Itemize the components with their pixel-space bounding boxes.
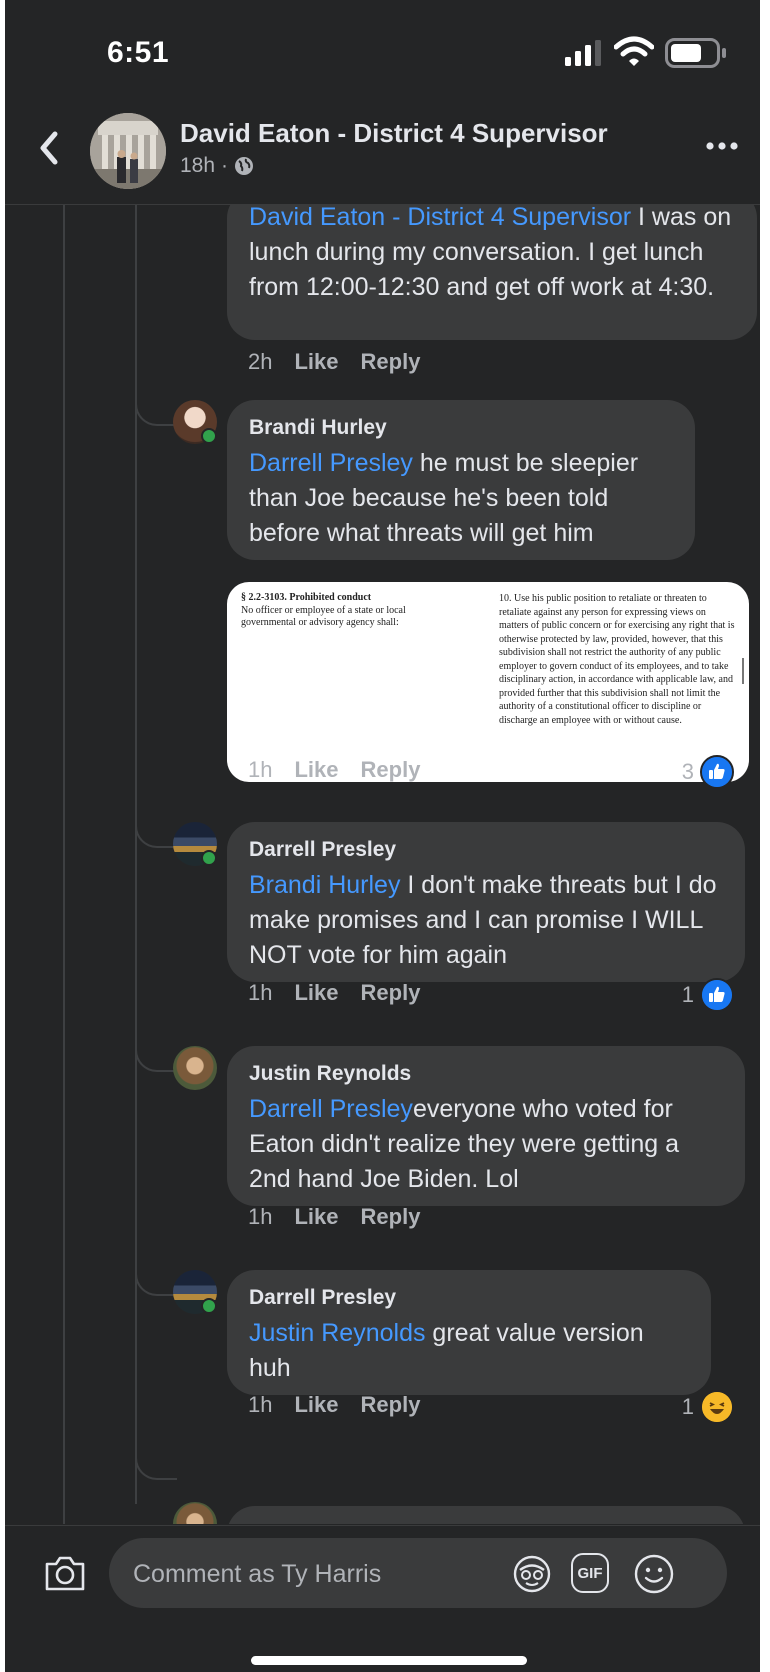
reaction-count: 1 (681, 982, 694, 1007)
emoji-icon[interactable] (633, 1553, 675, 1595)
comment-bubble: Justin Reynolds Darrell Presleyeveryone … (227, 1046, 745, 1206)
mention-link[interactable]: Darrell Presley (249, 1095, 413, 1123)
comment-thread: David Eaton - District 4 Supervisor I wa… (5, 204, 760, 1524)
comment-author[interactable]: Darrell Presley (249, 1286, 689, 1310)
reaction-summary[interactable]: 1 (682, 1390, 734, 1424)
comment-text: Justin Reynolds great value version huh (249, 1316, 689, 1386)
comment-input-box[interactable]: GIF (109, 1538, 727, 1610)
comment-author[interactable]: Brandi Hurley (249, 416, 673, 440)
comment-author[interactable]: Justin Reynolds (249, 1062, 723, 1086)
comment-composer: GIF (5, 1525, 760, 1672)
thread-line-outer (63, 204, 65, 1524)
globe-icon (235, 157, 254, 175)
reaction-summary[interactable]: 1 (682, 978, 734, 1012)
reply-button[interactable]: Reply (361, 1204, 421, 1230)
like-icon (700, 978, 734, 1012)
status-time: 6:51 (107, 36, 170, 69)
reply-button[interactable]: Reply (361, 980, 421, 1006)
comment-text: Brandi Hurley I don't make threats but I… (249, 868, 723, 973)
mention-link[interactable]: Brandi Hurley (249, 871, 400, 899)
like-button[interactable]: Like (294, 757, 338, 783)
comment-text: Darrell Presleyeveryone who voted for Ea… (249, 1092, 723, 1197)
attachment-right-text: 10. Use his public position to retaliate… (499, 593, 735, 726)
comment-author[interactable]: Darrell Presley (249, 838, 723, 862)
like-button[interactable]: Like (294, 349, 338, 375)
status-bar: 6:51 (5, 0, 760, 100)
like-button[interactable]: Like (294, 1392, 338, 1418)
wifi-icon (614, 36, 654, 66)
page-avatar-image (90, 113, 166, 189)
reaction-count: 3 (681, 759, 694, 784)
comment-image-attachment[interactable]: § 2.2-3103. Prohibited conduct No office… (227, 582, 749, 782)
thread-branch (135, 1030, 177, 1072)
mention-link[interactable]: David Eaton - District 4 Supervisor (249, 204, 631, 231)
thread-branch (135, 1254, 177, 1296)
haha-icon (700, 1390, 734, 1424)
mention-link[interactable]: Darrell Presley (249, 449, 413, 477)
comment-bubble (227, 1506, 745, 1524)
camera-icon[interactable] (43, 1553, 87, 1593)
battery-icon (665, 38, 726, 68)
reply-button[interactable]: Reply (361, 1392, 421, 1418)
comment-actions: 1h Like Reply (248, 980, 420, 1006)
post-header: David Eaton - District 4 Supervisor 18h … (5, 100, 760, 205)
comment-bubble: David Eaton - District 4 Supervisor I wa… (227, 204, 757, 340)
comment-actions: 1h Like Reply (248, 757, 420, 783)
attachment-left-text: No officer or employee of a state or loc… (241, 604, 406, 629)
comment-actions: 1h Like Reply (248, 1392, 420, 1418)
comment-time: 2h (248, 349, 273, 374)
cellular-signal-icon (565, 40, 601, 66)
comment-input[interactable] (131, 1538, 515, 1610)
comment-time: 1h (248, 980, 273, 1005)
comment-time: 1h (248, 1392, 273, 1417)
back-icon[interactable] (35, 126, 61, 170)
comment-bubble: Darrell Presley Justin Reynolds great va… (227, 1270, 711, 1395)
comment-bubble: Darrell Presley Brandi Hurley I don't ma… (227, 822, 745, 982)
comment-text: David Eaton - District 4 Supervisor I wa… (249, 204, 735, 305)
attachment-left-column: § 2.2-3103. Prohibited conduct No office… (241, 592, 451, 630)
more-options-icon[interactable] (705, 138, 739, 154)
thread-branch (135, 806, 177, 848)
like-button[interactable]: Like (294, 980, 338, 1006)
comment-actions: 1h Like Reply (248, 1204, 420, 1230)
home-indicator[interactable] (251, 1656, 527, 1665)
avatar[interactable] (173, 1046, 217, 1090)
online-indicator (201, 428, 217, 444)
post-meta: 18h · (180, 154, 254, 178)
comment-time: 1h (248, 1204, 273, 1229)
attachment-heading: § 2.2-3103. Prohibited conduct (241, 592, 372, 603)
avatar-sticker-icon[interactable] (511, 1553, 553, 1595)
gif-button[interactable]: GIF (571, 1553, 609, 1593)
comment-bubble: Brandi Hurley Darrell Presley he must be… (227, 400, 695, 560)
post-time: 18h (180, 154, 216, 177)
reaction-summary[interactable]: 3 (682, 755, 734, 789)
attachment-scrollbar (742, 658, 744, 684)
page-title[interactable]: David Eaton - District 4 Supervisor (180, 118, 608, 149)
avatar[interactable] (173, 1502, 217, 1524)
page-avatar[interactable] (90, 113, 166, 189)
reaction-count: 1 (681, 1394, 694, 1419)
like-icon (700, 755, 734, 789)
online-indicator (201, 1298, 217, 1314)
mention-link[interactable]: Justin Reynolds (249, 1319, 425, 1347)
like-button[interactable]: Like (294, 1204, 338, 1230)
reply-button[interactable]: Reply (361, 349, 421, 375)
comment-time: 1h (248, 757, 273, 782)
comment-text: Darrell Presley he must be sleepier than… (249, 446, 673, 551)
thread-branch (135, 384, 177, 426)
online-indicator (201, 850, 217, 866)
reply-button[interactable]: Reply (361, 757, 421, 783)
meta-separator: · (221, 154, 229, 177)
screen: 6:51 David Eaton - District 4 Supervisor… (5, 0, 760, 1672)
gif-label: GIF (577, 1564, 603, 1582)
comment-actions: 2h Like Reply (248, 349, 420, 375)
thread-branch (135, 1438, 177, 1480)
